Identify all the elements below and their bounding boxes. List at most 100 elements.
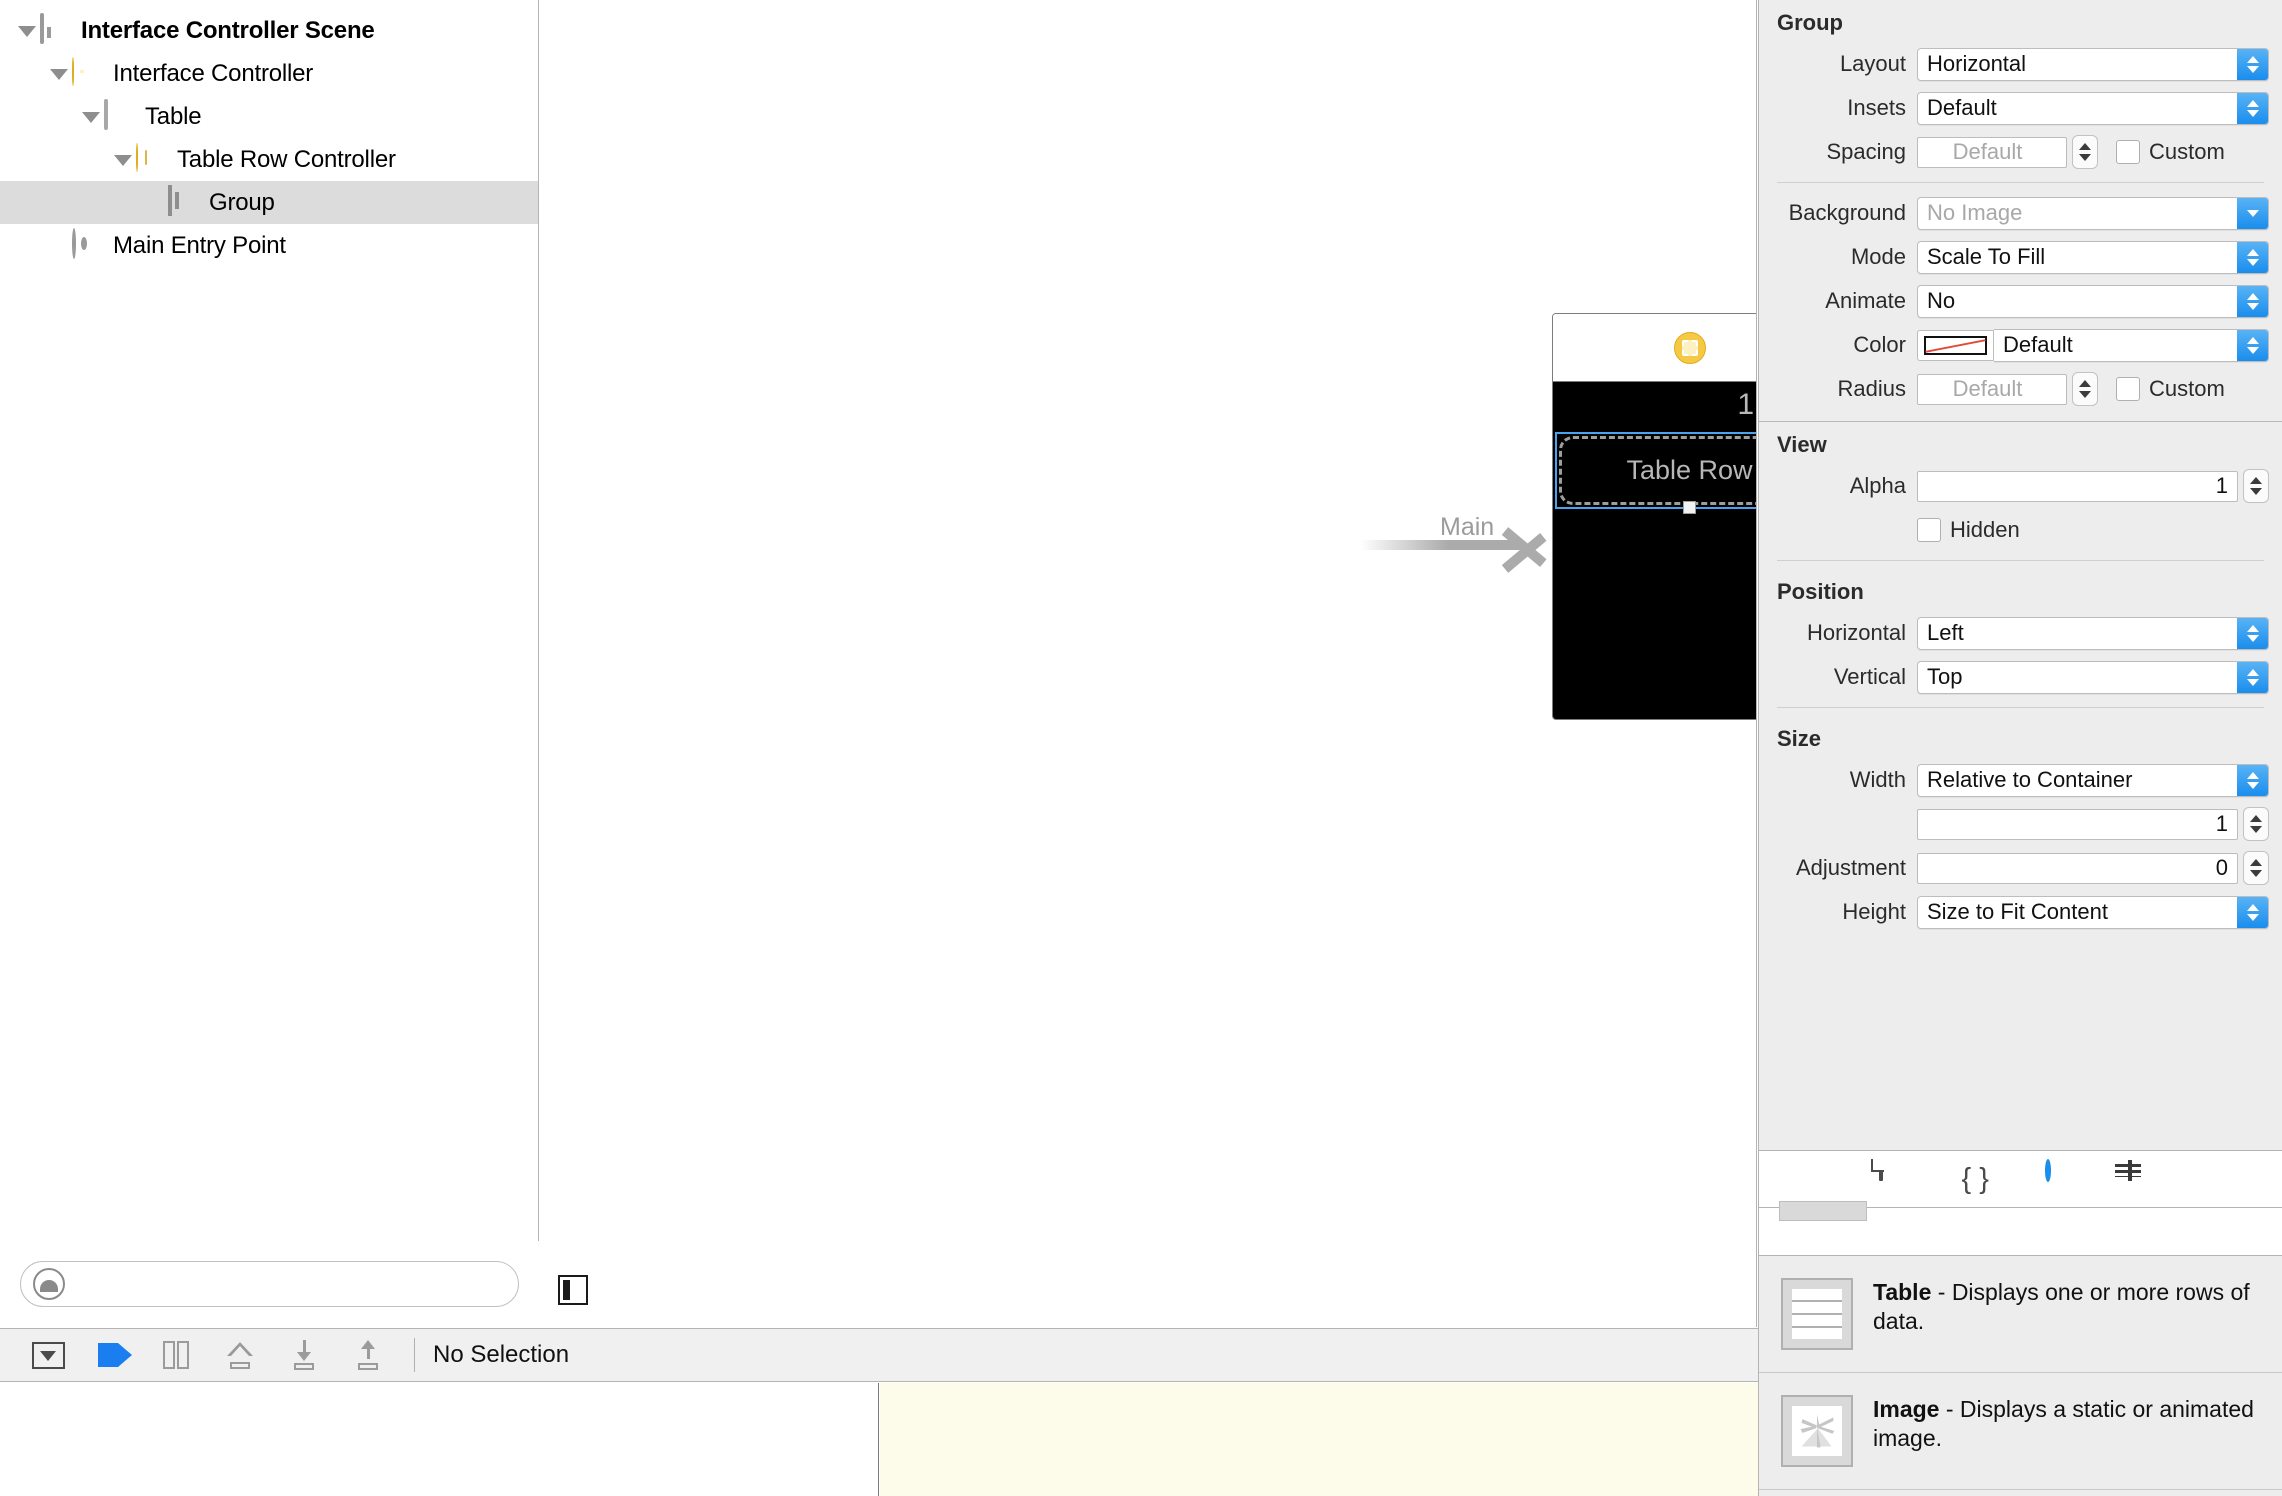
outline-row-main-entry-point[interactable]: Main Entry Point — [0, 224, 538, 267]
height-value: Size to Fit Content — [1927, 899, 2108, 924]
code-snippet-icon[interactable]: { } — [1962, 1162, 1998, 1196]
field-hidden: Hidden — [1759, 508, 2282, 552]
scene-title-bar[interactable] — [1553, 314, 1756, 382]
outline-filter-input[interactable] — [73, 1271, 506, 1297]
spacing-custom-checkbox[interactable] — [2116, 140, 2140, 164]
outline-row-table-row-controller[interactable]: Table Row Controller — [0, 138, 538, 181]
selected-table-row[interactable]: Table Row — [1555, 432, 1756, 514]
hidden-label: Hidden — [1950, 517, 2020, 542]
popup-arrows-icon[interactable] — [2237, 661, 2268, 693]
controller-icon — [1673, 331, 1706, 364]
field-animate: Animate No — [1759, 279, 2282, 323]
radius-input[interactable]: Default — [1917, 373, 2067, 405]
library-filter-bar[interactable] — [1759, 1201, 2282, 1256]
variables-view[interactable] — [0, 1383, 879, 1496]
scene-icon — [40, 12, 72, 47]
popup-arrows-icon[interactable] — [2237, 329, 2268, 361]
spacing-stepper[interactable] — [2072, 135, 2098, 169]
library-tab-bar: { } — [1759, 1150, 2282, 1208]
outline-row-interface-controller-scene[interactable]: Interface Controller Scene — [0, 9, 538, 52]
popup-arrows-icon[interactable] — [2237, 197, 2268, 229]
animate-popup-button[interactable]: No — [1917, 284, 2269, 318]
label-insets: Insets — [1847, 95, 1906, 120]
media-library-icon[interactable] — [2127, 1160, 2164, 1196]
table-object-icon — [1781, 1278, 1853, 1350]
disclosure-triangle-icon[interactable] — [14, 18, 40, 44]
alpha-stepper[interactable] — [2243, 469, 2269, 503]
popup-arrows-icon[interactable] — [2237, 764, 2268, 796]
horizontal-popup-button[interactable]: Left — [1917, 616, 2269, 650]
file-template-icon[interactable] — [1878, 1160, 1915, 1196]
insets-popup-button[interactable]: Default — [1917, 91, 2269, 125]
outline-row-interface-controller[interactable]: Interface Controller — [0, 52, 538, 95]
popup-arrows-icon[interactable] — [2237, 92, 2268, 124]
disclosure-triangle-icon[interactable] — [110, 147, 136, 173]
height-popup-button[interactable]: Size to Fit Content — [1917, 895, 2269, 929]
field-radius: Radius Default Custom — [1759, 367, 2282, 411]
toolbar-separator — [414, 1338, 415, 1372]
adjustment-input[interactable]: 0 — [1917, 852, 2238, 884]
library-item-text: Image - Displays a static or animated im… — [1873, 1395, 2261, 1454]
label-background: Background — [1788, 200, 1906, 225]
segue-label: Main — [1440, 513, 1495, 541]
color-popup-button[interactable]: Default — [1994, 328, 2269, 362]
color-well[interactable] — [1917, 329, 1994, 361]
horizontal-value: Left — [1927, 620, 1964, 645]
popup-arrows-icon[interactable] — [2237, 241, 2268, 273]
label-mode: Mode — [1850, 244, 1906, 269]
disclosure-triangle-icon[interactable] — [46, 61, 72, 87]
field-layout: Layout Horizontal — [1759, 42, 2282, 86]
library-item-name: Table — [1873, 1279, 1932, 1305]
hidden-checkbox[interactable] — [1917, 518, 1941, 542]
label-horizontal: Horizontal — [1806, 620, 1906, 645]
popup-arrows-icon[interactable] — [2237, 285, 2268, 317]
layout-popup-button[interactable]: Horizontal — [1917, 47, 2269, 81]
width-amount-stepper[interactable] — [2243, 807, 2269, 841]
step-out-icon[interactable] — [336, 1335, 400, 1375]
mode-popup-button[interactable]: Scale To Fill — [1917, 240, 2269, 274]
label-radius: Radius — [1837, 376, 1906, 401]
popup-arrows-icon[interactable] — [2237, 48, 2268, 80]
continue-icon[interactable] — [80, 1335, 144, 1375]
watch-screen[interactable]: 12:00 Table Row — [1553, 382, 1756, 719]
width-amount-input[interactable]: 1 — [1917, 808, 2238, 840]
object-library-icon[interactable] — [2044, 1159, 2081, 1196]
toggle-document-outline-button[interactable] — [558, 1275, 588, 1305]
interface-builder-canvas[interactable]: Main 12:00 Table Row — [540, 0, 1757, 1327]
segue-arrowhead-icon — [1505, 508, 1551, 582]
resize-handle-bottom[interactable] — [1682, 501, 1696, 514]
label-color: Color — [1853, 332, 1906, 357]
field-width-amount: 1 — [1759, 802, 2282, 846]
debug-status-label: No Selection — [433, 1341, 570, 1368]
alpha-input[interactable]: 1 — [1917, 470, 2238, 502]
popup-arrows-icon[interactable] — [2237, 617, 2268, 649]
adjustment-stepper[interactable] — [2243, 851, 2269, 885]
pause-icon[interactable] — [144, 1335, 208, 1375]
radius-stepper[interactable] — [2072, 372, 2098, 406]
step-over-icon[interactable] — [208, 1335, 272, 1375]
field-alpha: Alpha 1 — [1759, 464, 2282, 508]
step-into-icon[interactable] — [272, 1335, 336, 1375]
hide-debug-area-icon[interactable] — [16, 1335, 80, 1375]
library-item-image[interactable]: Image - Displays a static or animated im… — [1759, 1373, 2282, 1490]
field-background: Background No Image — [1759, 191, 2282, 235]
field-adjustment: Adjustment 0 — [1759, 846, 2282, 890]
width-popup-button[interactable]: Relative to Container — [1917, 763, 2269, 797]
outline-row-group[interactable]: Group — [0, 181, 538, 224]
library-scope-stub[interactable] — [1779, 1201, 1867, 1221]
popup-arrows-icon[interactable] — [2237, 896, 2268, 928]
label-spacing: Spacing — [1826, 139, 1906, 164]
console-output[interactable] — [880, 1383, 1758, 1496]
watch-scene[interactable]: 12:00 Table Row — [1552, 313, 1756, 720]
label-animate: Animate — [1825, 288, 1906, 313]
radius-custom-checkbox[interactable] — [2116, 377, 2140, 401]
background-popup-button[interactable]: No Image — [1917, 196, 2269, 230]
field-mode: Mode Scale To Fill — [1759, 235, 2282, 279]
vertical-popup-button[interactable]: Top — [1917, 660, 2269, 694]
outline-filter-field[interactable] — [20, 1261, 519, 1307]
disclosure-triangle-icon[interactable] — [78, 104, 104, 130]
console-area — [0, 1383, 1758, 1496]
library-item-table[interactable]: Table - Displays one or more rows of dat… — [1759, 1256, 2282, 1373]
spacing-input[interactable]: Default — [1917, 136, 2067, 168]
outline-row-table[interactable]: Table — [0, 95, 538, 138]
